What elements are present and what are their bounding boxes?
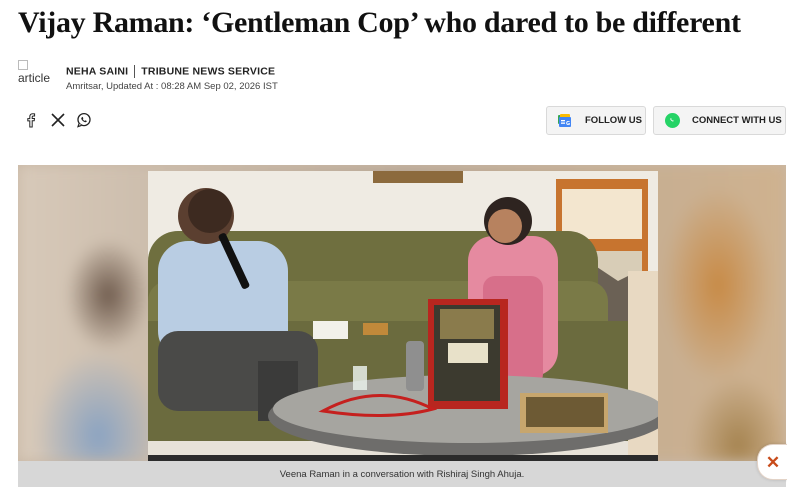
broken-image-icon	[18, 60, 28, 70]
google-news-icon: G	[557, 113, 572, 128]
author-image-alt: article	[18, 71, 51, 85]
connect-with-us-button[interactable]: CONNECT WITH US	[653, 106, 786, 135]
share-whatsapp-button[interactable]	[75, 111, 93, 129]
follow-us-label: FOLLOW US	[585, 115, 642, 126]
image-caption: Veena Raman in a conversation with Rishi…	[18, 461, 786, 487]
article-headline: Vijay Raman: ‘Gentleman Cop’ who dared t…	[18, 6, 741, 39]
whatsapp-icon	[77, 112, 91, 128]
x-icon	[51, 113, 65, 127]
dateline: Amritsar, Updated At : 08:28 AM Sep 02, …	[66, 81, 278, 92]
close-icon: ✕	[765, 452, 781, 472]
svg-text:G: G	[566, 121, 570, 127]
event-photo	[148, 171, 658, 461]
close-button[interactable]: ✕	[757, 444, 787, 480]
author-name[interactable]: NEHA SAINI	[66, 65, 128, 77]
share-facebook-button[interactable]	[22, 111, 40, 129]
event-photo-illustration	[148, 171, 658, 461]
whatsapp-icon	[665, 113, 680, 128]
byline-divider	[134, 65, 136, 78]
news-source[interactable]: TRIBUNE NEWS SERVICE	[141, 65, 275, 77]
follow-us-button[interactable]: G FOLLOW US	[546, 106, 646, 135]
connect-with-us-label: CONNECT WITH US	[692, 115, 782, 126]
facebook-icon	[27, 113, 36, 128]
article-hero-image[interactable]	[18, 165, 786, 461]
byline: NEHA SAINI TRIBUNE NEWS SERVICE	[66, 65, 275, 78]
share-x-button[interactable]	[49, 111, 67, 129]
author-image: article	[18, 60, 58, 88]
